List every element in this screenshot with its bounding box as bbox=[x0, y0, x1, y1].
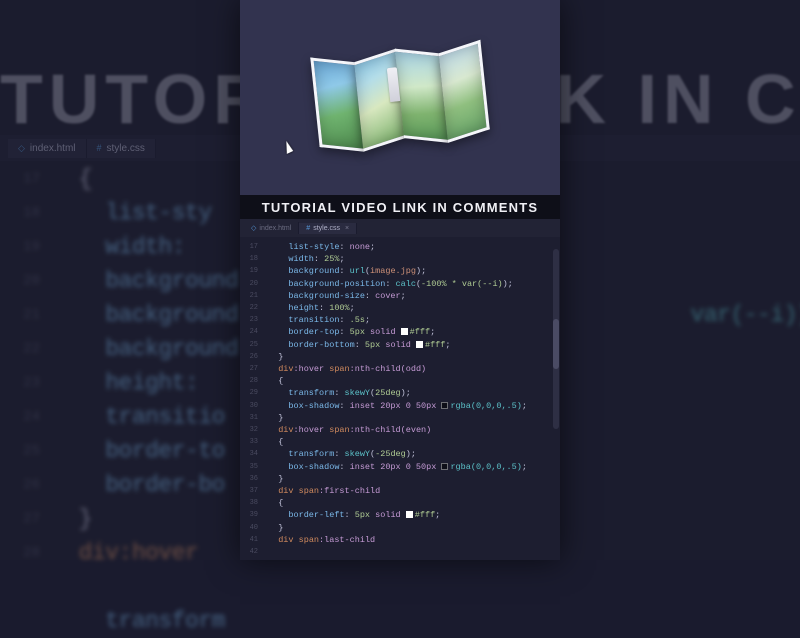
fg-line-numbers: 1718192021222324252627282930313233343536… bbox=[240, 237, 262, 560]
fg-tab-bar: ◇ index.html # style.css × bbox=[240, 219, 560, 237]
caption-text: TUTORIAL VIDEO LINK IN COMMENTS bbox=[262, 200, 539, 215]
bg-tab-html-label: index.html bbox=[30, 143, 76, 154]
preview-pane bbox=[240, 0, 560, 195]
css-icon: # bbox=[306, 225, 310, 232]
folded-map-illustration bbox=[311, 44, 489, 151]
foreground-panel: TUTORIAL VIDEO LINK IN COMMENTS ◇ index.… bbox=[240, 0, 560, 560]
fg-tab-css-label: style.css bbox=[313, 225, 340, 232]
mouse-cursor-icon bbox=[282, 140, 293, 154]
bg-line-numbers: 171819202122232425262728 bbox=[0, 162, 48, 570]
scrollbar-track[interactable] bbox=[553, 249, 559, 429]
html-icon: ◇ bbox=[251, 224, 256, 232]
close-icon[interactable]: × bbox=[345, 225, 349, 232]
scrollbar-thumb[interactable] bbox=[553, 319, 559, 369]
fg-tab-html-label: index.html bbox=[259, 225, 291, 232]
css-icon: # bbox=[97, 143, 102, 153]
html-icon: ◇ bbox=[18, 143, 25, 154]
bg-tab-css-label: style.css bbox=[107, 143, 145, 154]
editor-body: 1718192021222324252627282930313233343536… bbox=[240, 237, 560, 560]
bg-tab-css[interactable]: # style.css bbox=[87, 139, 156, 158]
fg-tab-css[interactable]: # style.css × bbox=[299, 223, 357, 234]
caption-bar: TUTORIAL VIDEO LINK IN COMMENTS bbox=[240, 195, 560, 219]
bg-tab-html[interactable]: ◇ index.html bbox=[8, 139, 87, 158]
map-panel-4 bbox=[438, 39, 490, 142]
fg-code-area[interactable]: list-style: none; width: 25%; background… bbox=[262, 237, 560, 560]
code-editor: ◇ index.html # style.css × 1718192021222… bbox=[240, 219, 560, 560]
fg-tab-html[interactable]: ◇ index.html bbox=[244, 222, 299, 234]
